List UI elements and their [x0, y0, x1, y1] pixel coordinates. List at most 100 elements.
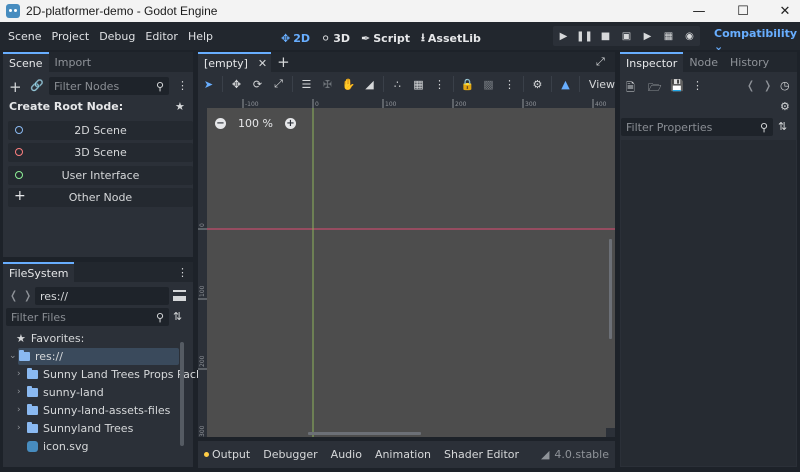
- folder-icon: [27, 367, 38, 379]
- menu-editor[interactable]: Editor: [140, 30, 183, 43]
- debugger-tab[interactable]: Debugger: [263, 448, 317, 461]
- tab-filesystem[interactable]: FileSystem: [3, 262, 75, 282]
- godot-file-icon: [27, 440, 38, 452]
- instance-scene-icon[interactable]: 🔗: [30, 79, 44, 92]
- favorite-star-icon[interactable]: ★: [175, 100, 185, 113]
- favorites-row[interactable]: ★ Favorites:: [16, 329, 84, 347]
- object-history-icon[interactable]: ◷: [780, 79, 790, 92]
- workspace-script-tab[interactable]: ✒ Script: [361, 29, 410, 48]
- distraction-free-icon[interactable]: ⤢: [596, 55, 605, 69]
- folder-row[interactable]: › Sunny Land Trees Props Pack: [17, 365, 202, 383]
- other-node-button[interactable]: + Other Node: [8, 188, 193, 207]
- save-resource-icon[interactable]: 💾: [670, 79, 684, 92]
- play-icon[interactable]: ▶: [553, 26, 574, 46]
- filter-files-input[interactable]: Filter Files ⚲: [6, 308, 169, 326]
- output-warning-dot: [204, 452, 209, 457]
- close-tab-icon[interactable]: ✕: [258, 57, 267, 70]
- remote-debug-icon[interactable]: ▣: [616, 26, 637, 46]
- res-root-row[interactable]: ⌄ res://: [9, 347, 63, 365]
- camera-override-icon[interactable]: ▲: [555, 74, 576, 94]
- workspace-2d-tab[interactable]: ✥ 2D: [281, 29, 310, 48]
- ruler-v-label: 300: [199, 425, 206, 437]
- menu-help[interactable]: Help: [183, 30, 218, 43]
- workspace-3d-tab[interactable]: ⚪ 3D: [321, 29, 350, 48]
- workspace-assetlib-tab[interactable]: ⭳ AssetLib: [421, 29, 481, 48]
- folder-row[interactable]: › Sunny-land-assets-files: [17, 401, 170, 419]
- list-select-icon[interactable]: ☰: [296, 74, 317, 94]
- 2d-scene-button[interactable]: 2D Scene: [8, 121, 193, 140]
- skeleton-options-icon[interactable]: ⋮: [499, 74, 520, 94]
- tab-history[interactable]: History: [724, 52, 775, 72]
- history-back-icon[interactable]: ❬: [746, 79, 755, 92]
- pivot-icon[interactable]: ✠: [317, 74, 338, 94]
- output-tab[interactable]: Output: [212, 448, 250, 461]
- open-resource-icon[interactable]: 🗁: [648, 79, 662, 98]
- menu-debug[interactable]: Debug: [94, 30, 140, 43]
- 3d-scene-button[interactable]: 3D Scene: [8, 143, 193, 162]
- menu-scene[interactable]: Scene: [3, 30, 47, 43]
- sort-icon[interactable]: ⇅: [173, 310, 182, 323]
- filter-nodes-input[interactable]: Filter Nodes ⚲: [49, 77, 169, 95]
- rotate-mode-icon[interactable]: ⟳: [247, 74, 268, 94]
- new-resource-icon[interactable]: 🗎: [626, 79, 635, 98]
- audio-tab[interactable]: Audio: [331, 448, 362, 461]
- folder-row[interactable]: › sunny-land: [17, 383, 104, 401]
- animation-tab[interactable]: Animation: [375, 448, 431, 461]
- canvas-toolbar: ➤ ✥ ⟳ ⤢ ☰ ✠ ✋ ◢ ∴ ▦ ⋮ 🔒 ▩ ⋮ ⚙ ▲ View: [198, 73, 615, 95]
- add-node-icon[interactable]: +: [9, 78, 22, 96]
- version-label[interactable]: ◢ 4.0.stable: [541, 448, 609, 461]
- history-forward-icon[interactable]: ❭: [763, 79, 772, 92]
- godot-logo-icon: [6, 4, 20, 18]
- ruler-v-label: 100: [199, 285, 206, 297]
- canvas-background: [198, 99, 615, 437]
- tab-inspector[interactable]: Inspector: [620, 52, 684, 72]
- view-menu-button[interactable]: View: [589, 78, 615, 91]
- tab-scene[interactable]: Scene: [3, 52, 49, 72]
- stop-icon[interactable]: ■: [595, 26, 616, 46]
- bone-icon[interactable]: ⚙: [527, 74, 548, 94]
- filter-properties-input[interactable]: Filter Properties ⚲: [621, 118, 773, 136]
- ruler-mode-icon[interactable]: ◢: [359, 74, 380, 94]
- renderer-select[interactable]: Compatibility ⌄: [714, 27, 800, 53]
- zoom-out-icon[interactable]: −: [215, 118, 226, 129]
- scene-tab-empty[interactable]: [empty] ✕: [198, 52, 272, 72]
- group-icon[interactable]: ▩: [478, 74, 499, 94]
- folder-row[interactable]: › Sunnyland Trees: [17, 419, 133, 437]
- ruler-h-label: 300: [525, 101, 537, 108]
- play-scene-icon[interactable]: ▶: [637, 26, 658, 46]
- sort-properties-icon[interactable]: ⇅: [778, 120, 787, 133]
- tab-import[interactable]: Import: [49, 52, 98, 72]
- filesystem-scrollbar[interactable]: [180, 342, 184, 446]
- add-scene-tab-icon[interactable]: +: [271, 52, 296, 72]
- file-row[interactable]: icon.svg: [27, 437, 89, 455]
- inspector-tools-icon[interactable]: ⚙: [780, 100, 790, 113]
- tab-node[interactable]: Node: [683, 52, 724, 72]
- user-interface-button[interactable]: User Interface: [8, 166, 193, 185]
- close-window-button[interactable]: ✕: [762, 0, 800, 22]
- canvas-viewport[interactable]: -100 0 100 200 300 400 0 100 200 300 − 100 % +: [198, 99, 615, 440]
- kebab-menu-icon[interactable]: ⋮: [177, 79, 188, 92]
- play-custom-scene-icon[interactable]: ▦: [658, 26, 679, 46]
- back-icon[interactable]: ❬: [9, 289, 18, 302]
- forward-icon[interactable]: ❭: [23, 289, 32, 302]
- scale-mode-icon[interactable]: ⤢: [268, 74, 289, 94]
- move-mode-icon[interactable]: ✥: [226, 74, 247, 94]
- split-mode-icon[interactable]: [173, 290, 186, 301]
- maximize-button[interactable]: ☐: [720, 0, 766, 22]
- shader-editor-tab[interactable]: Shader Editor: [444, 448, 519, 461]
- kebab-menu-icon[interactable]: ⋮: [177, 266, 188, 279]
- zoom-level[interactable]: 100 %: [233, 117, 278, 130]
- smart-snap-icon[interactable]: ∴: [387, 74, 408, 94]
- menu-project[interactable]: Project: [47, 30, 95, 43]
- snap-options-icon[interactable]: ⋮: [429, 74, 450, 94]
- zoom-in-icon[interactable]: +: [284, 118, 296, 129]
- grid-snap-icon[interactable]: ▦: [408, 74, 429, 94]
- resource-menu-icon[interactable]: ⋮: [692, 79, 703, 92]
- select-mode-icon[interactable]: ➤: [198, 74, 219, 94]
- pan-mode-icon[interactable]: ✋: [338, 74, 359, 94]
- minimize-button[interactable]: —: [676, 0, 722, 22]
- movie-maker-icon[interactable]: ◉: [679, 26, 700, 46]
- pause-icon[interactable]: ❚❚: [574, 26, 595, 46]
- path-field[interactable]: res://: [35, 287, 169, 305]
- lock-icon[interactable]: 🔒: [457, 74, 478, 94]
